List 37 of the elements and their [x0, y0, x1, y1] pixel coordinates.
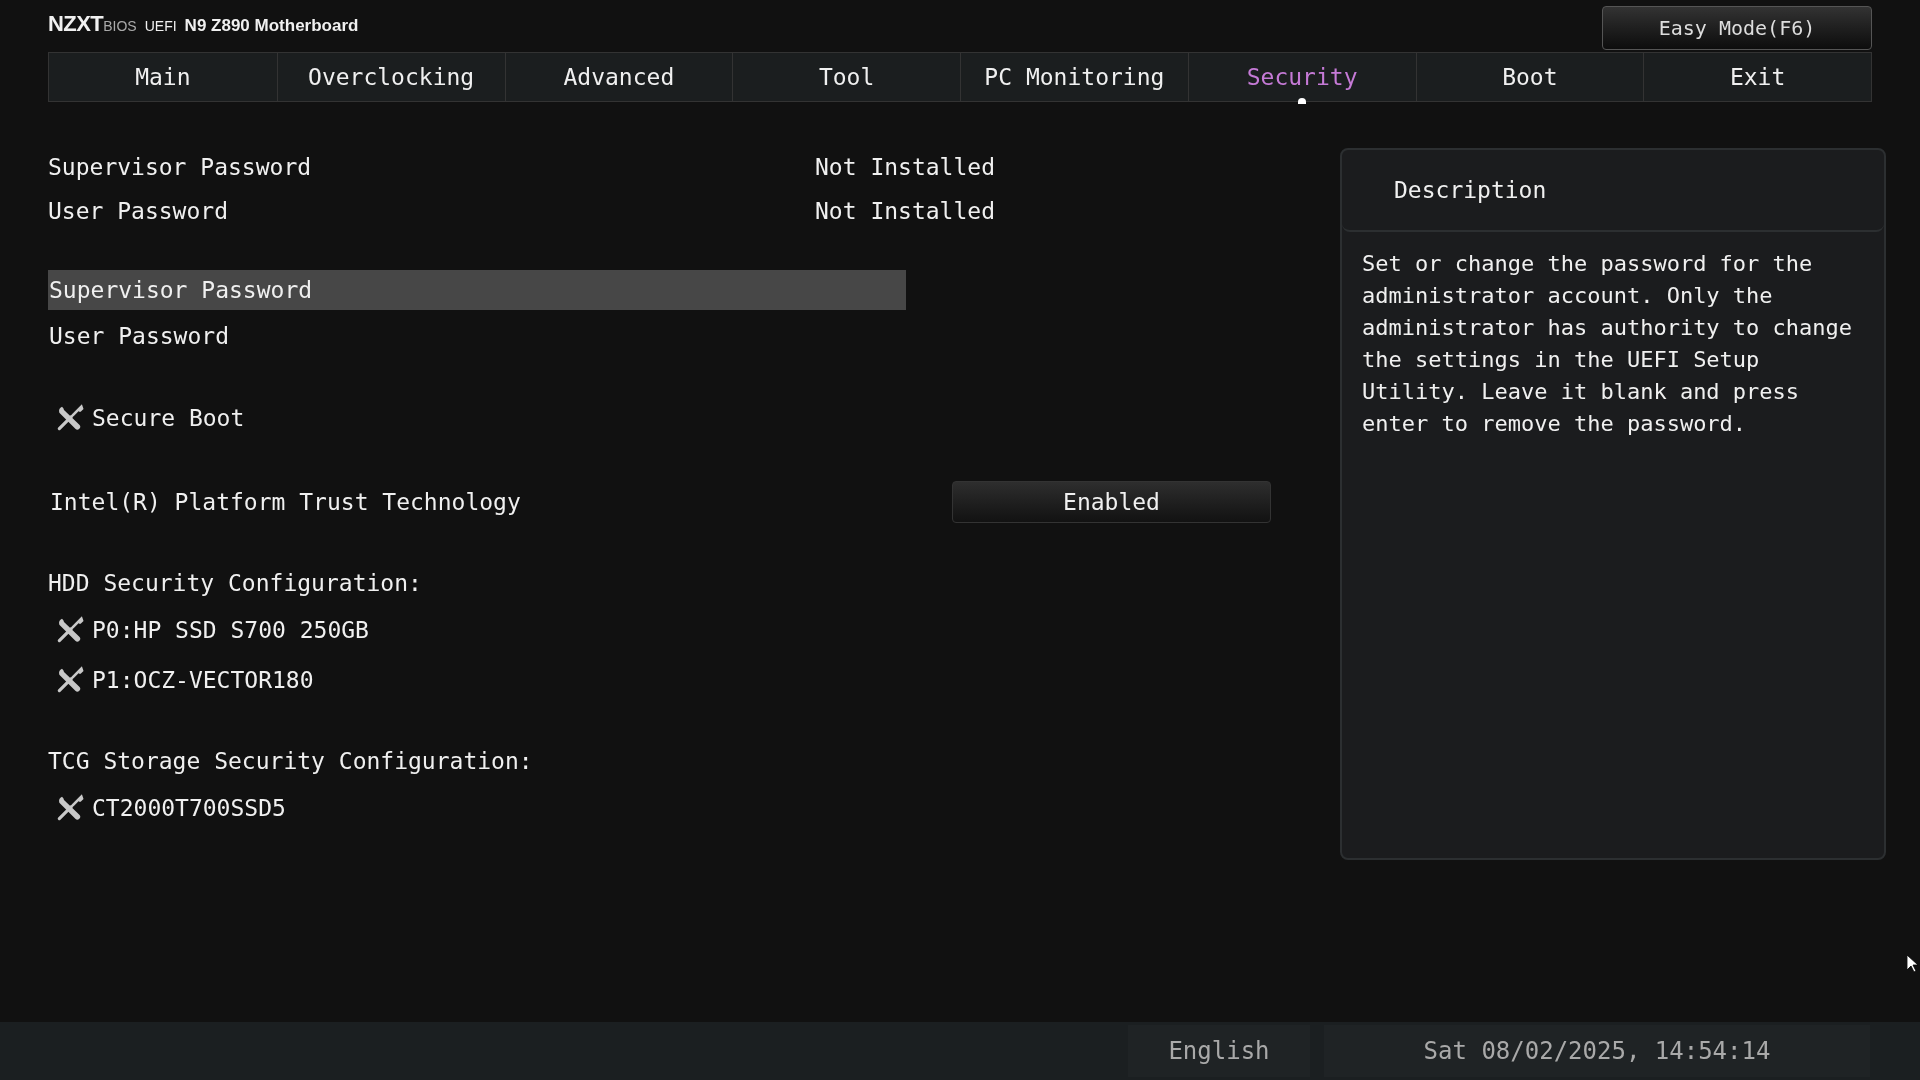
setting-label: Supervisor Password [48, 152, 313, 182]
submenu-item[interactable]: CT2000T700SSD5 [48, 786, 906, 830]
nav-tab[interactable]: Tool [732, 53, 960, 101]
firmware-label: UEFI [144, 17, 177, 36]
nav-tab[interactable]: Boot [1415, 53, 1644, 101]
nav-tab[interactable]: Main [49, 53, 277, 101]
nav-tab[interactable]: Exit [1643, 53, 1871, 101]
submenu-item[interactable]: Secure Boot [48, 396, 906, 440]
menu-item[interactable]: User Password [48, 316, 906, 356]
description-title: Description [1394, 175, 1547, 205]
nav-tab[interactable]: Security [1187, 53, 1416, 101]
submenu-label: P0:HP SSD S700 250GB [92, 615, 369, 645]
submenu-item[interactable]: P1:OCZ-VECTOR180 [48, 658, 906, 702]
setting-value: Not Installed [815, 152, 995, 182]
menu-item[interactable]: Supervisor Password [48, 270, 906, 310]
setting-value: Not Installed [815, 196, 995, 226]
section-heading: HDD Security Configuration: [48, 568, 423, 598]
description-text: Set or change the password for the administrator account. Only the administrator has authority to change the settings in the UEFI Setup Utility. Leave it blank and press enter to remove the password. [1361, 250, 1854, 438]
submenu-label: P1:OCZ-VECTOR180 [92, 665, 314, 695]
submenu-label: Secure Boot [92, 403, 245, 433]
board-model: N9 Z890 Motherboard [184, 15, 359, 37]
option-row[interactable]: Intel(R) Platform Trust Technology Enabled [48, 480, 1340, 524]
nav-tab[interactable]: Overclocking [276, 53, 505, 101]
submenu-item[interactable]: P0:HP SSD S700 250GB [48, 608, 906, 652]
section-heading: TCG Storage Security Configuration: [48, 746, 534, 776]
nav-tab[interactable]: PC Monitoring [960, 53, 1188, 101]
mouse-pointer-icon [1907, 955, 1918, 973]
brand-logo: NZXT [48, 10, 104, 38]
brand-subtitle: BIOS [103, 18, 137, 36]
option-value-button[interactable]: Enabled [952, 481, 1271, 523]
submenu-label: CT2000T700SSD5 [92, 793, 286, 823]
language-indicator[interactable]: English [1128, 1025, 1310, 1077]
nav-tab[interactable]: Advanced [504, 53, 733, 101]
date-time: Sat 08/02/2025, 14:54:14 [1324, 1025, 1870, 1077]
setting-label: User Password [48, 196, 229, 226]
option-label: Intel(R) Platform Trust Technology [49, 487, 522, 517]
easy-mode-button[interactable]: Easy Mode(F6) [1602, 6, 1872, 50]
